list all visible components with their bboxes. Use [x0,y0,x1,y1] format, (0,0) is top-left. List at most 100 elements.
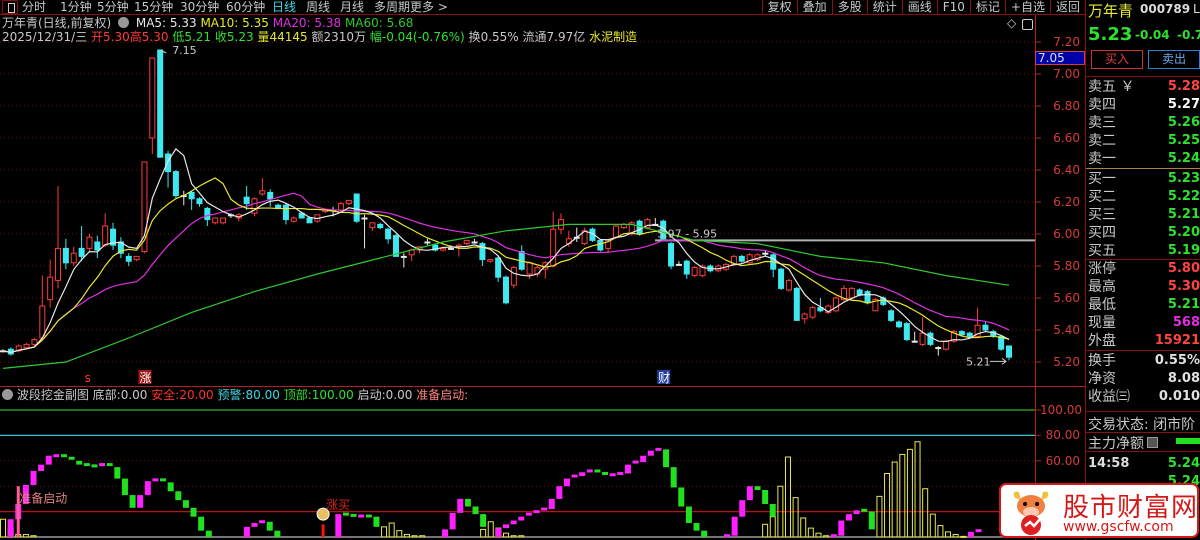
trend-bar [358,514,365,518]
candle-body [668,243,675,267]
candle-body [259,190,266,195]
candle-body [23,343,30,349]
candle-body [675,263,682,266]
bid-row-value: 5.23 [1167,171,1200,186]
trend-bar [365,514,372,518]
candle-body [495,257,502,278]
trend-bar [655,447,662,451]
price-change: -0.04 [1135,28,1170,42]
candle-body [86,236,93,249]
stat-row-label: 换手 [1088,353,1116,369]
bid-row: 买四 5.20 [1088,224,1200,242]
watermark-url: www.gscfw.com [1063,519,1174,535]
trend-bar [114,467,121,479]
trend-bar [442,529,449,537]
bid-row-label: 买二 [1088,189,1116,205]
buy-button[interactable]: 买入 [1091,50,1143,69]
kline-chart[interactable]: 7.15 5.97 - 5.95 5.21 s 涨 财准备启动 涨买 [0,0,1085,540]
candle [267,189,274,207]
trend-bar [449,512,456,530]
trend-bar [586,469,593,473]
trend-bar [670,467,677,488]
ask-row-label: 卖一 [1088,151,1116,167]
yellow-bar [914,441,921,538]
candle-body [943,340,950,350]
trend-bar [754,486,761,491]
stat-row-value: 5.21 [1167,297,1200,312]
stat-row: 净资 8.08 [1088,370,1200,388]
yellow-bar [396,530,403,538]
candle [746,253,753,265]
main-net-toggle-icon[interactable] [1147,437,1158,448]
candle [1006,345,1012,361]
ask-row: 卖五 ￥ 5.28 [1088,78,1200,96]
price-tick-label: 6.20 [1053,195,1080,209]
trend-bar [967,531,974,537]
candle-body [282,204,289,221]
level-badge: L [1193,2,1200,16]
candle [455,243,462,257]
sell-button[interactable]: 卖出 [1148,50,1200,69]
trend-bar [861,508,868,512]
stat-row: 收益㈢ 0.010 [1088,388,1200,406]
collapse-icon[interactable] [2,389,13,400]
cursor-price-box: 7.05 [1035,51,1085,65]
candle [503,275,509,305]
candle-body [526,262,533,275]
trend-bar [190,507,197,517]
bid-row: 买五 5.19 [1088,242,1200,260]
candle-body [888,310,895,321]
trend-bar [548,498,555,510]
trend-bar [472,506,479,515]
trend-bar [7,519,14,537]
ask-row-label: 卖三 [1088,115,1116,131]
candle [94,235,101,258]
trend-bar [335,514,342,537]
ask-row: 卖二 5.25 [1088,132,1200,150]
trend-bar [609,473,616,477]
bid-row-value: 5.20 [1167,225,1200,240]
trend-bar [480,514,487,527]
price-tick-label: 6.40 [1053,163,1080,177]
candle-body [78,247,85,257]
candle-body [911,340,918,343]
candle [683,259,690,279]
candle-body [188,191,195,200]
trend-bar [274,530,281,537]
candle [895,320,902,329]
candle [809,306,816,319]
candle-body [471,241,478,244]
candle [770,253,777,278]
stat-row-value: 15921 [1154,333,1200,348]
candle [636,219,643,236]
stat-row-value: 0.55% [1154,353,1200,368]
candle-body [149,57,156,139]
candle [188,190,195,210]
candle-body [361,217,368,220]
candle-body [1006,345,1012,358]
candle-body [290,217,297,222]
candle [573,227,580,242]
trend-bar [541,507,548,511]
trend-bar [137,495,144,508]
candle-body [895,321,902,328]
candle [259,178,266,196]
trend-bar [632,460,639,464]
candle [872,298,879,312]
yellow-bar [922,488,929,538]
trend-bar [769,503,776,517]
trend-bar [640,455,647,463]
candle [165,150,172,188]
candle-body [966,332,973,337]
tick-time: 14:58 [1088,456,1130,471]
bid-row-label: 买三 [1088,207,1116,223]
candle [47,259,54,308]
candle [125,253,132,266]
candle-body [424,241,431,244]
ask-row-value: 5.27 [1167,97,1200,112]
trend-bar [106,463,113,467]
candle [220,217,227,225]
trend-bar [731,516,738,536]
candle [110,222,117,250]
trend-bar [693,523,700,531]
